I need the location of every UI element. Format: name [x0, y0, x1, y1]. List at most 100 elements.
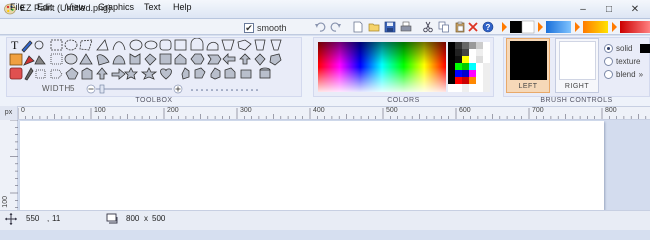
- square-fill-icon: [159, 53, 172, 65]
- delete-icon[interactable]: [467, 21, 479, 33]
- diamond-fill-icon: [144, 53, 157, 66]
- eraser-icon: [9, 67, 23, 80]
- brush-tool-icon: [23, 55, 35, 66]
- brush-mode-solid-label: solid: [616, 44, 633, 53]
- fill-tool-icon: [9, 53, 23, 66]
- hexagon-fill-icon: [190, 53, 205, 65]
- text-tool-icon: T: [11, 38, 19, 52]
- ruler-label: 200: [167, 107, 179, 114]
- ruler-label: 0: [21, 107, 25, 114]
- octagon-icon: [194, 67, 206, 79]
- select-rect-icon: [50, 39, 63, 51]
- crop-icon: [35, 69, 46, 79]
- color-spectrum[interactable]: [318, 42, 446, 92]
- arch-outline-icon: [190, 38, 204, 51]
- brush-mode-blend-label: blend: [616, 70, 636, 79]
- menu-graphics[interactable]: Graphics: [98, 2, 134, 12]
- pen-tool-icon: [21, 40, 33, 53]
- drawing-canvas[interactable]: [20, 121, 604, 210]
- rhombus-fill-icon: [254, 53, 266, 66]
- chevron-fill-icon: [207, 54, 222, 65]
- menu-view[interactable]: View: [66, 2, 85, 12]
- toolbox-caption: TOOLBOX: [135, 97, 173, 104]
- undo-icon[interactable]: [314, 21, 326, 33]
- ellipse-outline-icon: [129, 39, 143, 51]
- brush-mode-blend[interactable]: blend »: [604, 69, 650, 80]
- print-icon[interactable]: [400, 21, 412, 33]
- trapezoid-outline-icon: [221, 39, 235, 51]
- bucket-outline-icon: [254, 39, 266, 51]
- dome-fill-icon: [112, 55, 126, 65]
- triangle-fill-icon: [79, 53, 93, 65]
- menu-edit[interactable]: Edit: [37, 2, 53, 12]
- arrow-up-icon: [96, 67, 108, 80]
- status-bar: [0, 210, 650, 230]
- wave-outline-icon: [206, 41, 219, 51]
- polygon-outline-icon: [237, 39, 252, 51]
- funnel-outline-icon: [270, 39, 282, 51]
- star-large-icon: [140, 67, 158, 80]
- width-dots: [191, 89, 258, 91]
- radio-solid[interactable]: [604, 44, 613, 53]
- box-icon: [240, 69, 252, 79]
- menu-help[interactable]: Help: [173, 2, 192, 12]
- color-preset-strip[interactable]: [500, 20, 650, 34]
- ruler-label: 800: [605, 107, 617, 114]
- cursor-y: 11: [52, 214, 61, 223]
- rectangle-outline-icon: [174, 39, 187, 51]
- shape-b-icon: [181, 67, 190, 80]
- pencil-icon: [24, 67, 34, 81]
- crosshair-icon: [5, 213, 17, 225]
- select-arrow-icon: [50, 69, 63, 79]
- save-icon[interactable]: [384, 21, 396, 33]
- radio-texture[interactable]: [604, 57, 613, 66]
- close-button[interactable]: ✕: [622, 0, 648, 18]
- ruler-label: 400: [313, 107, 325, 114]
- menu-text[interactable]: Text: [144, 2, 161, 12]
- open-file-icon[interactable]: [368, 21, 380, 33]
- shield-fill-icon: [129, 53, 141, 65]
- ruler-label: 700: [532, 107, 544, 114]
- canvas-size-icon: [106, 213, 118, 224]
- redo-icon[interactable]: [330, 21, 342, 33]
- quick-toolbar: ?: [314, 21, 496, 34]
- pentagon-outline-icon: [65, 67, 79, 80]
- cursor-x: 550: [26, 214, 40, 223]
- left-color-label: LEFT: [518, 83, 538, 90]
- blend-expand-icon[interactable]: »: [639, 70, 643, 79]
- copy-icon[interactable]: [438, 21, 450, 33]
- ruler-top-ticks: [18, 108, 647, 119]
- menu-file[interactable]: File: [10, 2, 25, 12]
- width-value: 5: [70, 84, 75, 93]
- width-slider[interactable]: [86, 84, 184, 94]
- ruler-left-label: 100: [2, 196, 9, 208]
- select-freeform-icon: [79, 39, 93, 51]
- paste-icon[interactable]: [454, 21, 466, 33]
- ruler-label: 100: [94, 107, 106, 114]
- blob-fill-icon: [96, 54, 110, 66]
- canvas-size-separator: x: [144, 214, 148, 223]
- toolbox-tools[interactable]: T: [9, 38, 299, 82]
- left-color-swatch[interactable]: [510, 41, 547, 80]
- smooth-toggle[interactable]: ✔ smooth: [244, 22, 312, 34]
- width-label: WIDTH: [42, 84, 71, 93]
- new-file-icon[interactable]: [352, 21, 364, 33]
- smooth-checkbox[interactable]: ✔: [244, 23, 254, 33]
- cube-icon: [224, 67, 236, 79]
- brush-controls-caption: BRUSH CONTROLS: [540, 97, 613, 104]
- minimize-button[interactable]: –: [570, 0, 596, 18]
- radio-blend[interactable]: [604, 70, 613, 79]
- maximize-button[interactable]: □: [596, 0, 622, 18]
- magnifier-icon: [34, 40, 44, 50]
- brush-mode-texture-label: texture: [616, 57, 641, 66]
- brush-mode-texture[interactable]: texture: [604, 56, 650, 67]
- cut-icon[interactable]: [422, 21, 434, 33]
- help-icon[interactable]: ?: [482, 21, 494, 33]
- gem-fill-icon: [269, 53, 282, 66]
- heart-icon: [160, 68, 172, 80]
- right-color-swatch[interactable]: [559, 41, 596, 80]
- basic-color-grid[interactable]: [448, 42, 490, 92]
- house-icon: [81, 67, 93, 80]
- ruler-label: 300: [240, 107, 252, 114]
- ellipse-fill-icon: [64, 53, 78, 65]
